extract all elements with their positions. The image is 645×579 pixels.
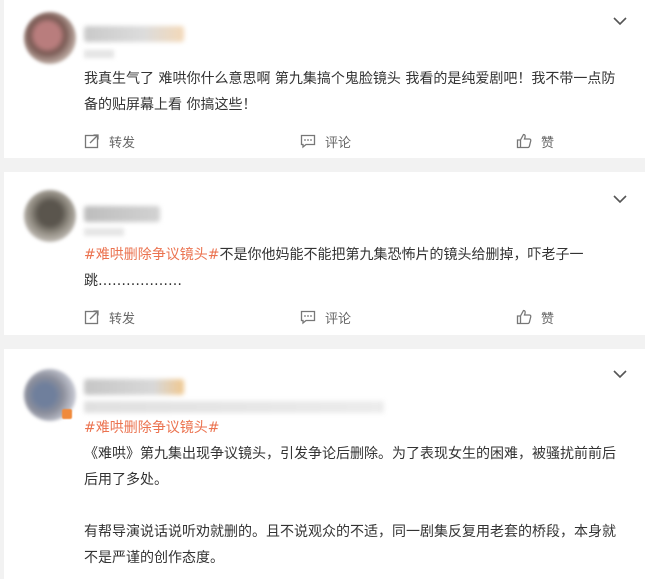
- post-meta-blurred: [84, 401, 384, 413]
- username-blurred[interactable]: [84, 206, 160, 222]
- avatar[interactable]: [24, 190, 76, 242]
- post-paragraph-1: 《难哄》第九集出现争议镜头，引发争论后删除。为了表现女生的困难，被骚扰前前后后用…: [84, 446, 616, 488]
- chevron-down-icon[interactable]: [613, 192, 627, 206]
- post-card-3: #难哄删除争议镜头# 《难哄》第九集出现争议镜头，引发争论后删除。为了表现女生的困…: [4, 349, 645, 579]
- post-actions: 转发 评论 赞: [4, 306, 645, 328]
- like-button[interactable]: 赞: [516, 306, 554, 328]
- repost-label: 转发: [109, 311, 136, 327]
- post-meta-blurred: [84, 50, 114, 58]
- comment-button[interactable]: 评论: [300, 130, 351, 152]
- repost-button[interactable]: 转发: [84, 306, 135, 328]
- weibo-feed: 我真生气了 难哄你什么意思啊 第九集搞个鬼脸镜头 我看的是纯爱剧吧！我不带一点防…: [0, 0, 645, 579]
- repost-label: 转发: [109, 135, 136, 151]
- post-paragraph-2: 有帮导演说话说听劝就删的。且不说观众的不适，同一剧集反复用老套的桥段，本身就不是…: [84, 524, 616, 566]
- post-card-1: 我真生气了 难哄你什么意思啊 第九集搞个鬼脸镜头 我看的是纯爱剧吧！我不带一点防…: [4, 0, 645, 158]
- like-label: 赞: [541, 311, 555, 327]
- post-card-2: #难哄删除争议镜头#不是你他妈能不能把第九集恐怖片的镜头给删掉，吓老子一跳…………: [4, 172, 645, 335]
- like-button[interactable]: 赞: [516, 130, 554, 152]
- post-actions: 转发 评论 赞: [4, 130, 645, 152]
- repost-icon: [84, 310, 99, 325]
- avatar-badge: [62, 409, 72, 419]
- username-blurred[interactable]: [84, 26, 184, 42]
- chevron-down-icon[interactable]: [613, 14, 627, 28]
- comment-button[interactable]: 评论: [300, 306, 351, 328]
- comment-label: 评论: [325, 311, 352, 327]
- hashtag-link[interactable]: #难哄删除争议镜头#: [84, 415, 624, 441]
- chevron-down-icon[interactable]: [613, 367, 627, 381]
- comment-icon: [300, 134, 316, 149]
- like-label: 赞: [541, 135, 555, 151]
- post-text: 我真生气了 难哄你什么意思啊 第九集搞个鬼脸镜头 我看的是纯爱剧吧！我不带一点防…: [84, 71, 616, 113]
- post-text: #难哄删除争议镜头#不是你他妈能不能把第九集恐怖片的镜头给删掉，吓老子一跳…………: [84, 242, 624, 294]
- hashtag-link[interactable]: #难哄删除争议镜头#: [84, 247, 219, 263]
- thumbs-up-icon: [516, 133, 532, 149]
- post-meta-blurred: [84, 228, 124, 236]
- thumbs-up-icon: [516, 309, 532, 325]
- avatar[interactable]: [24, 12, 76, 64]
- username-blurred[interactable]: [84, 379, 184, 395]
- comment-icon: [300, 310, 316, 325]
- repost-icon: [84, 134, 99, 149]
- repost-button[interactable]: 转发: [84, 130, 135, 152]
- post-text: #难哄删除争议镜头# 《难哄》第九集出现争议镜头，引发争论后删除。为了表现女生的困…: [84, 415, 624, 571]
- comment-label: 评论: [325, 135, 352, 151]
